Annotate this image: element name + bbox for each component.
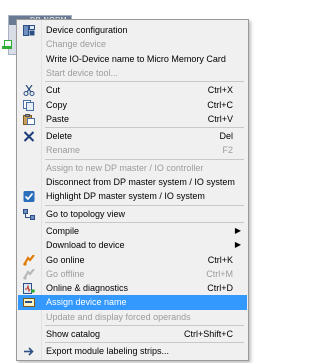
- menu-item-device-configuration[interactable]: Device configuration: [18, 23, 247, 37]
- menu-item-label: Export module labeling strips...: [46, 346, 170, 357]
- menu-item-online-diagnostics[interactable]: Online & diagnostics Ctrl+D: [18, 281, 247, 295]
- menu-item-shortcut: Ctrl+M: [206, 268, 233, 279]
- menu-item-show-catalog[interactable]: Show catalog Ctrl+Shift+C: [18, 327, 247, 341]
- menu-separator: [45, 204, 244, 206]
- delete-icon: [23, 131, 35, 142]
- menu-item-shortcut: Ctrl+V: [207, 113, 233, 124]
- go-offline-icon: [23, 268, 35, 280]
- menu-item-label: Assign to new DP master / IO controller: [46, 162, 204, 173]
- menu-item-rename[interactable]: Rename F2: [18, 143, 247, 157]
- menu-item-label: Change device: [46, 39, 107, 50]
- menu-item-go-online[interactable]: Go online Ctrl+K: [18, 253, 247, 267]
- go-online-icon: [23, 254, 35, 266]
- copy-icon: [23, 99, 35, 111]
- menu-item-label: Update and display forced operands: [46, 311, 191, 322]
- paste-icon: [23, 113, 35, 125]
- menu-separator: [45, 221, 244, 223]
- menu-separator: [45, 158, 244, 160]
- menu-item-label: Go offline: [46, 268, 85, 279]
- menu-item-disconnect-dp-master[interactable]: Disconnect from DP master system / IO sy…: [18, 175, 247, 189]
- menu-item-write-io-device-name[interactable]: Write IO-Device name to Micro Memory Car…: [18, 52, 247, 66]
- menu-item-label: Go online: [46, 254, 85, 265]
- menu-item-shortcut: Ctrl+K: [207, 254, 233, 265]
- menu-item-label: Write IO-Device name to Micro Memory Car…: [46, 53, 226, 64]
- menu-item-label: Cut: [46, 85, 61, 96]
- menu-item-change-device[interactable]: Change device: [18, 37, 247, 51]
- menu-item-export-labeling-strips[interactable]: Export module labeling strips...: [18, 344, 247, 358]
- menu-item-update-forced-operands[interactable]: Update and display forced operands: [18, 310, 247, 324]
- menu-item-label: Download to device: [46, 240, 125, 251]
- menu-item-copy[interactable]: Copy Ctrl+C: [18, 98, 247, 112]
- menu-item-download-to-device[interactable]: Download to device ▶: [18, 238, 247, 252]
- checkbox-checked-icon: [23, 191, 35, 203]
- menu-item-label: Start device tool...: [46, 67, 119, 78]
- menu-separator: [45, 81, 244, 83]
- menu-item-label: Delete: [46, 131, 73, 142]
- menu-item-label: Device configuration: [46, 25, 128, 35]
- menu-item-label: Show catalog: [46, 329, 101, 339]
- menu-item-label: Disconnect from DP master system / IO sy…: [46, 177, 235, 187]
- menu-item-label: Compile: [46, 225, 80, 236]
- scissors-icon: [23, 85, 35, 97]
- topology-icon: [23, 208, 35, 220]
- menu-item-label: Paste: [46, 113, 70, 124]
- assign-name-icon: [23, 297, 35, 308]
- device-config-icon: [23, 25, 35, 36]
- menu-separator: [45, 325, 244, 326]
- submenu-arrow-icon: ▶: [234, 240, 241, 250]
- menu-item-start-device-tool[interactable]: Start device tool...: [18, 66, 247, 80]
- menu-item-assign-device-name[interactable]: Assign device name: [18, 295, 247, 310]
- menu-item-highlight-dp-master[interactable]: Highlight DP master system / IO system: [18, 189, 247, 203]
- menu-item-go-offline[interactable]: Go offline Ctrl+M: [18, 267, 247, 281]
- menu-item-shortcut: Ctrl+D: [207, 283, 233, 294]
- menu-item-shortcut: F2: [222, 145, 233, 156]
- menu-item-label: Highlight DP master system / IO system: [46, 191, 205, 202]
- menu-item-paste[interactable]: Paste Ctrl+V: [18, 112, 247, 126]
- menu-item-cut[interactable]: Cut Ctrl+X: [18, 83, 247, 97]
- menu-item-compile[interactable]: Compile ▶: [18, 224, 247, 238]
- export-icon: [23, 346, 35, 357]
- submenu-arrow-icon: ▶: [234, 225, 241, 235]
- network-line: [2, 46, 12, 49]
- context-menu: Device configuration Change device Write…: [16, 19, 249, 361]
- menu-item-label: Copy: [46, 99, 68, 110]
- menu-item-label: Go to topology view: [46, 208, 126, 219]
- menu-item-assign-new-dp-master[interactable]: Assign to new DP master / IO controller: [18, 161, 247, 175]
- menu-separator: [45, 127, 244, 129]
- menu-item-go-to-topology-view[interactable]: Go to topology view: [18, 207, 247, 221]
- menu-item-shortcut: Ctrl+Shift+C: [183, 329, 233, 339]
- menu-item-shortcut: Del: [219, 131, 233, 142]
- menu-item-label: Rename: [46, 145, 81, 156]
- menu-item-delete[interactable]: Delete Del: [18, 129, 247, 143]
- menu-item-shortcut: Ctrl+X: [207, 85, 233, 96]
- diagnostics-icon: [23, 283, 35, 295]
- menu-item-shortcut: Ctrl+C: [207, 99, 233, 110]
- menu-item-label: Assign device name: [46, 297, 127, 308]
- menu-separator: [45, 342, 244, 344]
- menu-item-label: Online & diagnostics: [46, 283, 129, 294]
